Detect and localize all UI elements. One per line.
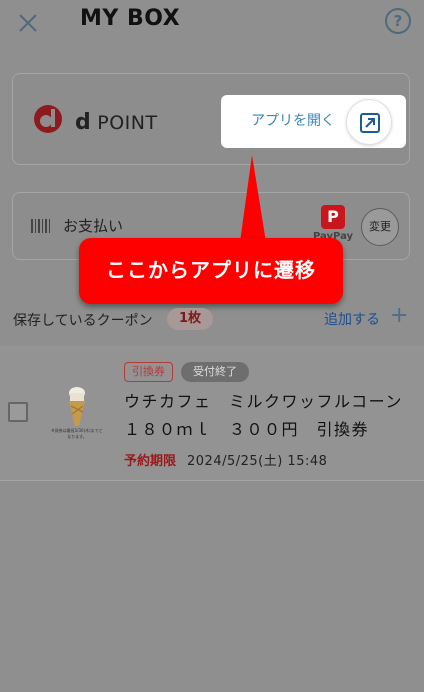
coupon-list-item[interactable]: ※発券は最長5/30(木)までとなります。 引換券 受付終了 ウチカフェ ミルク… [0,346,424,481]
coupon-checkbox[interactable] [8,402,28,422]
dpoint-brand-text: POINT [97,112,158,134]
callout-text: ここからアプリに遷移 [106,258,316,282]
external-link-icon [360,113,380,133]
coupon-type-badge: 引換券 [124,362,173,382]
coupon-count-badge: 1枚 [167,308,213,330]
coupon-image-note: ※発券は最長5/30(木)までとなります。 [51,428,103,439]
coupon-name: ウチカフェ ミルクワッフルコーン １８０ｍｌ ３００円 引換券 [124,392,421,439]
add-coupon-link[interactable]: 追加する [324,309,380,329]
coupon-deadline-value: 2024/5/25(土) 15:48 [187,454,328,469]
dpoint-logo-icon [34,105,62,133]
payment-label: お支払い [63,217,124,235]
open-app-label: アプリを開く [251,113,335,129]
coupon-status-badge: 受付終了 [181,362,249,382]
annotation-callout: ここからアプリに遷移 [79,238,343,304]
header: MY BOX ? [0,0,424,50]
help-button[interactable]: ? [385,8,411,34]
coupon-product-image: ※発券は最長5/30(木)までとなります。 [50,384,104,444]
coupon-deadline-label: 予約期限 [124,454,177,469]
dpoint-brand: d POINT [75,110,158,135]
plus-icon[interactable]: + [390,303,408,328]
dpoint-logo-letter: d [75,110,92,135]
open-app-area[interactable]: アプリを開く [221,95,406,148]
paypay-mark: P [321,205,345,229]
coupon-section-title: 保存しているクーポン [13,313,153,329]
change-payment-button[interactable]: 変更 [361,208,399,246]
page-title: MY BOX [80,6,181,31]
ice-cream-cone-icon [69,387,85,426]
coupon-section-header: 保存しているクーポン 1枚 追加する + [0,300,424,340]
close-button[interactable] [14,9,42,37]
barcode-icon [31,219,50,233]
open-app-button[interactable] [346,99,392,145]
close-icon [19,14,37,32]
